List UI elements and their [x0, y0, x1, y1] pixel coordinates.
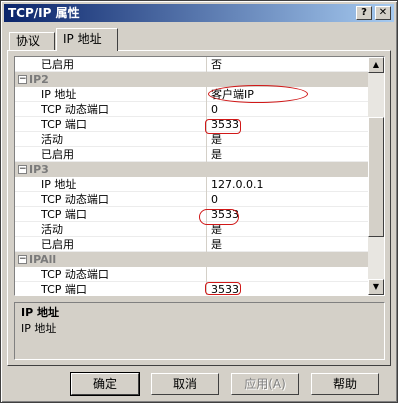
description-pane: IP 地址 IP 地址 — [14, 302, 385, 360]
property-row[interactable]: IP 地址 客户端IP — [15, 87, 369, 102]
property-value[interactable]: 3533 — [206, 207, 366, 222]
property-row[interactable]: 活动 是 — [15, 132, 369, 147]
tab-panel: 已启用否 − IP2 IP 地址 客户端IP TCP 动态端口 0 TCP 端口 3533 活动是… — [7, 50, 391, 366]
property-value[interactable]: 否 — [206, 57, 366, 72]
ok-button[interactable]: 确定 — [70, 372, 140, 396]
property-name: TCP 端口 — [41, 118, 87, 131]
scroll-thumb[interactable] — [368, 117, 384, 237]
property-value[interactable]: 3533 — [206, 117, 366, 132]
property-row[interactable]: IP 地址 127.0.0.1 — [15, 177, 369, 192]
collapse-icon[interactable]: − — [18, 165, 27, 174]
property-row[interactable]: 已启用 否 — [15, 57, 369, 72]
property-row[interactable]: 活动 是 — [15, 222, 369, 237]
category-name: IPAll — [29, 253, 57, 266]
category-header[interactable]: − IPAll — [15, 252, 369, 267]
property-row[interactable]: TCP 动态端口 0 — [15, 102, 369, 117]
property-value[interactable]: 0 — [206, 192, 366, 207]
property-value[interactable]: 是 — [206, 237, 366, 252]
property-rows: 已启用否 − IP2 IP 地址 客户端IP TCP 动态端口 0 TCP 端口 3533 活动是… — [15, 57, 369, 296]
property-name: 已启用 — [41, 148, 74, 161]
property-name: TCP 端口 — [41, 283, 87, 296]
property-value[interactable]: 127.0.0.1 — [206, 177, 366, 192]
property-value[interactable] — [206, 267, 366, 282]
scroll-up-icon[interactable]: ▲ — [368, 57, 384, 73]
property-value[interactable]: 是 — [206, 222, 366, 237]
property-row[interactable]: TCP 动态端口 — [15, 267, 369, 282]
apply-button[interactable]: 应用(A) — [231, 373, 299, 395]
category-name: IP2 — [29, 73, 49, 86]
help-button[interactable]: 帮助 — [311, 373, 379, 395]
collapse-icon[interactable]: − — [18, 255, 27, 264]
property-name: 已启用 — [41, 58, 74, 71]
scroll-down-icon[interactable]: ▼ — [368, 279, 384, 295]
property-value[interactable]: 客户端IP — [206, 87, 366, 102]
title-bar: TCP/IP 属性 ? ✕ — [4, 4, 394, 22]
property-value[interactable]: 是 — [206, 132, 366, 147]
collapse-icon[interactable]: − — [18, 75, 27, 84]
property-name: 活动 — [41, 133, 63, 146]
description-text: IP 地址 — [21, 322, 57, 335]
category-header[interactable]: − IP3 — [15, 162, 369, 177]
property-row[interactable]: 已启用 是 — [15, 147, 369, 162]
property-name: TCP 动态端口 — [41, 103, 109, 116]
property-value[interactable]: 是 — [206, 147, 366, 162]
vertical-scrollbar[interactable]: ▲ ▼ — [368, 57, 384, 295]
category-name: IP3 — [29, 163, 49, 176]
property-name: 已启用 — [41, 238, 74, 251]
tab-ip-addresses[interactable]: IP 地址 — [56, 28, 118, 51]
property-value[interactable]: 3533 — [206, 282, 366, 295]
property-name: IP 地址 — [41, 178, 77, 191]
tab-protocol[interactable]: 协议 — [9, 32, 55, 50]
cancel-button[interactable]: 取消 — [151, 373, 219, 395]
tcpip-properties-dialog: TCP/IP 属性 ? ✕ 协议 IP 地址 已启用否 − IP2 IP 地址 客户端I… — [0, 0, 398, 403]
window-title: TCP/IP 属性 — [8, 6, 80, 20]
close-icon[interactable]: ✕ — [375, 6, 391, 20]
help-icon[interactable]: ? — [356, 6, 372, 20]
property-row[interactable]: TCP 端口 3533 — [15, 282, 369, 296]
property-name: TCP 动态端口 — [41, 268, 109, 281]
property-name: 活动 — [41, 223, 63, 236]
property-name: TCP 端口 — [41, 208, 87, 221]
description-title: IP 地址 — [21, 306, 59, 319]
category-header[interactable]: − IP2 — [15, 72, 369, 87]
property-row[interactable]: TCP 端口 3533 — [15, 117, 369, 132]
property-row[interactable]: TCP 端口 3533 — [15, 207, 369, 222]
property-name: IP 地址 — [41, 88, 77, 101]
property-row[interactable]: 已启用 是 — [15, 237, 369, 252]
property-grid: 已启用否 − IP2 IP 地址 客户端IP TCP 动态端口 0 TCP 端口 3533 活动是… — [14, 56, 385, 296]
property-row[interactable]: TCP 动态端口 0 — [15, 192, 369, 207]
property-value[interactable]: 0 — [206, 102, 366, 117]
property-name: TCP 动态端口 — [41, 193, 109, 206]
